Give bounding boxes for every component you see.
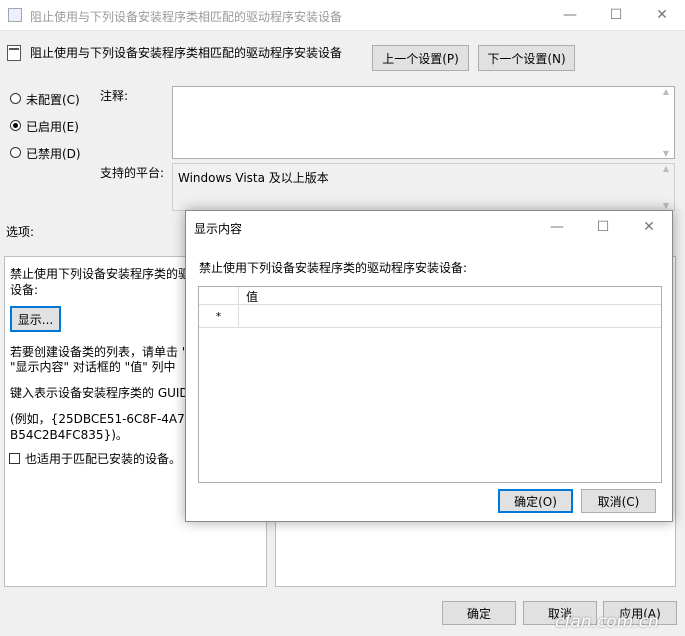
dialog-title: 显示内容 <box>194 222 243 236</box>
options-hint-line3: 键入表示设备安装程序类的 GUID <box>10 386 189 400</box>
comment-scrollbar[interactable]: ▲ ▼ <box>658 87 674 158</box>
radio-not-configured-circle[interactable] <box>10 93 21 104</box>
comment-label: 注释: <box>100 89 129 103</box>
watermark: cfan.com.cn <box>555 612 659 632</box>
close-icon[interactable]: ✕ <box>639 0 685 30</box>
previous-setting-button[interactable]: 上一个设置(P) <box>372 45 469 71</box>
dialog-cancel-button[interactable]: 取消(C) <box>581 489 656 513</box>
radio-disabled-label: 已禁用(D) <box>26 147 81 161</box>
radio-disabled-circle[interactable] <box>10 147 21 158</box>
dialog-close-icon[interactable]: ✕ <box>626 211 672 243</box>
radio-enabled-label: 已启用(E) <box>26 120 79 134</box>
next-setting-button[interactable]: 下一个设置(N) <box>478 45 575 71</box>
options-text-line2: 设备: <box>10 283 39 297</box>
maximize-icon[interactable]: ☐ <box>593 0 639 30</box>
options-label: 选项: <box>6 225 35 239</box>
apply-installed-checkbox[interactable] <box>9 453 20 464</box>
apply-installed-label: 也适用于匹配已安装的设备。 <box>25 452 182 466</box>
values-grid[interactable]: 值 * <box>198 286 662 483</box>
dialog-prompt: 禁止使用下列设备安装程序类的驱动程序安装设备: <box>199 261 468 275</box>
show-button[interactable]: 显示... <box>10 306 61 332</box>
new-row-value-cell[interactable] <box>239 305 661 327</box>
dialog-ok-button[interactable]: 确定(O) <box>498 489 573 513</box>
radio-not-configured[interactable]: 未配置(C) <box>10 91 90 107</box>
grid-new-row[interactable]: * <box>199 305 661 328</box>
radio-enabled-circle[interactable] <box>10 120 21 131</box>
setting-title: 阻止使用与下列设备安装程序类相匹配的驱动程序安装设备 <box>30 46 343 60</box>
options-example-line1: (例如，{25DBCE51-6C8F-4A72- <box>10 412 197 426</box>
platform-value: Windows Vista 及以上版本 <box>178 171 329 185</box>
options-text-line1: 禁止使用下列设备安装程序类的驱 <box>10 267 191 281</box>
grid-header-row: 值 <box>199 287 661 305</box>
radio-disabled[interactable]: 已禁用(D) <box>10 145 90 161</box>
comment-textarea[interactable]: ▲ ▼ <box>172 86 675 159</box>
platform-scrollbar[interactable]: ▲ ▼ <box>658 164 674 210</box>
grid-corner-cell <box>199 287 239 304</box>
options-example-line2: B54C2B4FC835})。 <box>10 428 128 442</box>
policy-app-icon <box>8 8 22 22</box>
radio-not-configured-label: 未配置(C) <box>26 93 80 107</box>
minimize-icon[interactable]: — <box>547 0 593 30</box>
window-title-bar: 阻止使用与下列设备安装程序类相匹配的驱动程序安装设备 — ☐ ✕ <box>0 0 685 31</box>
value-column-header[interactable]: 值 <box>246 288 258 305</box>
setting-icon <box>7 45 21 61</box>
window-title: 阻止使用与下列设备安装程序类相匹配的驱动程序安装设备 <box>30 10 343 24</box>
options-hint-line2: "显示内容" 对话框的 "值" 列中 <box>10 360 176 374</box>
show-contents-dialog: 显示内容 — ☐ ✕ 禁止使用下列设备安装程序类的驱动程序安装设备: 值 * 确… <box>185 210 673 522</box>
platform-field: Windows Vista 及以上版本 ▲ ▼ <box>172 163 675 211</box>
radio-enabled[interactable]: 已启用(E) <box>10 118 90 134</box>
platform-label: 支持的平台: <box>100 166 165 180</box>
ok-button[interactable]: 确定 <box>442 601 516 625</box>
new-row-marker: * <box>199 305 239 327</box>
dialog-minimize-icon[interactable]: — <box>534 211 580 243</box>
dialog-maximize-icon[interactable]: ☐ <box>580 211 626 243</box>
